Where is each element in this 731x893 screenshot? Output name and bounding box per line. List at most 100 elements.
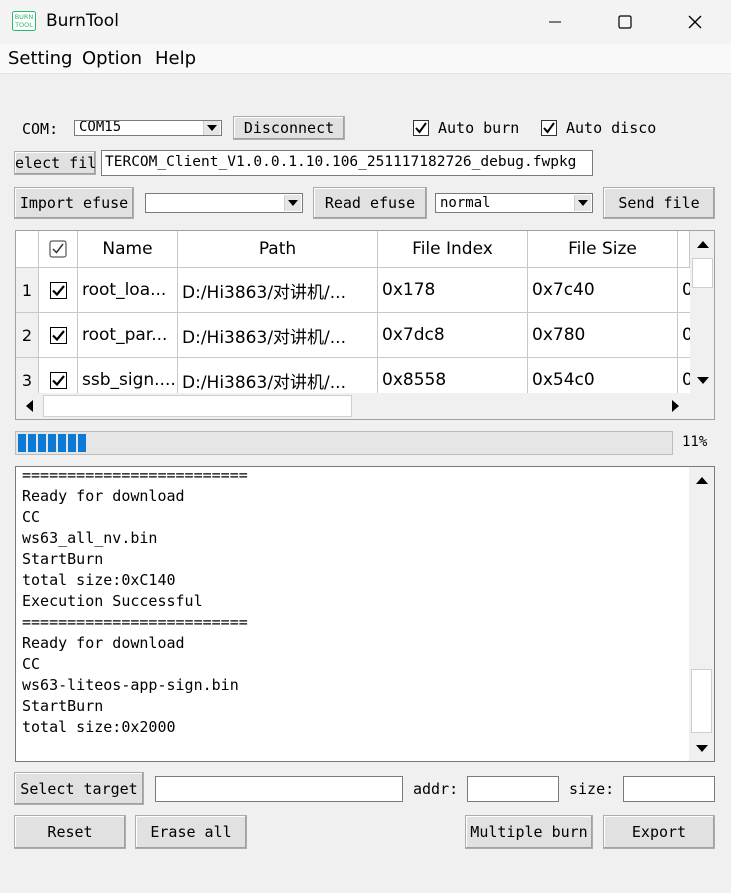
com-port-select[interactable]: COM15 [74,120,222,136]
log-vertical-scrollbar[interactable] [689,467,714,761]
scroll-up-button[interactable] [689,467,714,493]
select-target-button[interactable]: Select target [14,772,144,805]
progress-block [28,434,36,452]
scroll-down-button[interactable] [689,735,714,761]
log-line: Ready for download [22,487,185,505]
select-all-checkbox-icon [49,240,67,258]
checkmark-icon [415,122,427,134]
menu-setting[interactable]: Setting [8,48,72,69]
close-icon [688,15,702,29]
addr-label: addr: [413,780,459,798]
table-corner [16,231,39,268]
progress-block [68,434,76,452]
chevron-down-icon [203,121,220,135]
table-horizontal-scrollbar[interactable] [16,393,690,419]
minimize-icon [549,21,561,23]
row-file-size: 0x7c40 [528,268,678,313]
file-path-field[interactable]: TERCOM_Client_V1.0.0.1.10.106_2511171827… [101,150,593,176]
auto-burn-label: Auto burn [438,119,520,137]
column-header-extra[interactable] [678,231,690,268]
select-file-button[interactable]: elect fil [14,151,96,175]
row-file-index: 0x7dc8 [378,313,528,358]
send-file-button[interactable]: Send file [603,187,715,219]
log-line: Execution Successful [22,592,203,610]
checkmark-icon [51,329,65,341]
read-efuse-button[interactable]: Read efuse [313,187,427,219]
auto-disconnect-label: Auto disco [566,119,657,137]
chevron-down-icon [574,195,591,211]
reset-button[interactable]: Reset [14,815,126,849]
column-header-name[interactable]: Name [78,231,178,268]
menu-help[interactable]: Help [155,48,196,69]
row-name: root_par... [78,313,178,358]
target-field[interactable] [155,776,403,802]
burn-progress-bar [15,431,673,455]
column-header-file-size[interactable]: File Size [528,231,678,268]
com-label: COM: [22,120,59,138]
progress-percent: 11% [682,434,708,450]
menu-option[interactable]: Option [82,48,142,69]
log-line: CC [22,508,41,526]
size-field[interactable] [623,776,715,802]
log-line: StartBurn [22,697,104,715]
scroll-down-button[interactable] [690,367,714,393]
checkmark-icon [543,122,555,134]
com-port-value: COM15 [79,120,122,135]
progress-block [18,434,26,452]
chevron-down-icon [284,195,301,211]
row-name: root_loa... [78,268,178,313]
row-number: 2 [16,313,39,358]
app-logo-icon: BURN TOOL [12,11,36,31]
row-checkbox[interactable] [49,281,67,299]
export-button[interactable]: Export [603,815,715,849]
row-checkbox-cell[interactable] [39,268,78,313]
column-header-path[interactable]: Path [178,231,378,268]
mode-select-value: normal [440,195,491,211]
scrollbar-corner [690,393,714,419]
close-button[interactable] [660,0,730,44]
minimize-button[interactable] [520,0,590,44]
row-file-index: 0x178 [378,268,528,313]
progress-block [58,434,66,452]
row-checkbox-cell[interactable] [39,313,78,358]
row-extra: 0 [678,268,690,313]
table-vertical-scrollbar[interactable] [690,231,714,393]
window-title: BurnTool [46,11,119,31]
progress-block [48,434,56,452]
file-table: Name Path File Index File Size 1 root_lo… [15,230,715,420]
efuse-select[interactable] [145,193,303,213]
row-checkbox[interactable] [49,326,67,344]
addr-field[interactable] [467,776,559,802]
log-line: Ready for download [22,634,185,652]
log-line: StartBurn [22,550,104,568]
disconnect-button[interactable]: Disconnect [233,116,345,140]
row-extra: 0 [678,313,690,358]
import-efuse-button[interactable]: Import efuse [14,187,134,219]
scroll-left-button[interactable] [16,393,42,419]
select-all-header[interactable] [39,231,78,268]
row-path: D:/Hi3863/对讲机/... [178,313,378,358]
scroll-right-button[interactable] [662,393,688,419]
scroll-up-button[interactable] [690,231,714,257]
erase-all-button[interactable]: Erase all [135,815,247,849]
log-line: CC [22,655,41,673]
scrollbar-thumb[interactable] [692,258,713,288]
log-line: ws63_all_nv.bin [22,529,158,547]
size-label: size: [569,780,615,798]
auto-disconnect-checkbox[interactable] [541,120,557,136]
scrollbar-thumb[interactable] [43,395,352,417]
log-output[interactable]: ========================= Ready for downl… [15,466,715,762]
row-file-size: 0x780 [528,313,678,358]
row-number: 1 [16,268,39,313]
scrollbar-thumb[interactable] [691,669,712,733]
log-line: total size:0x2000 [22,718,176,736]
maximize-button[interactable] [590,0,660,44]
log-line: total size:0xC140 [22,571,176,589]
mode-select[interactable]: normal [435,193,593,213]
row-checkbox[interactable] [49,371,67,389]
column-header-file-index[interactable]: File Index [378,231,528,268]
auto-burn-checkbox[interactable] [413,120,429,136]
multiple-burn-button[interactable]: Multiple burn [465,815,593,849]
checkmark-icon [51,284,65,296]
checkmark-icon [51,374,65,386]
